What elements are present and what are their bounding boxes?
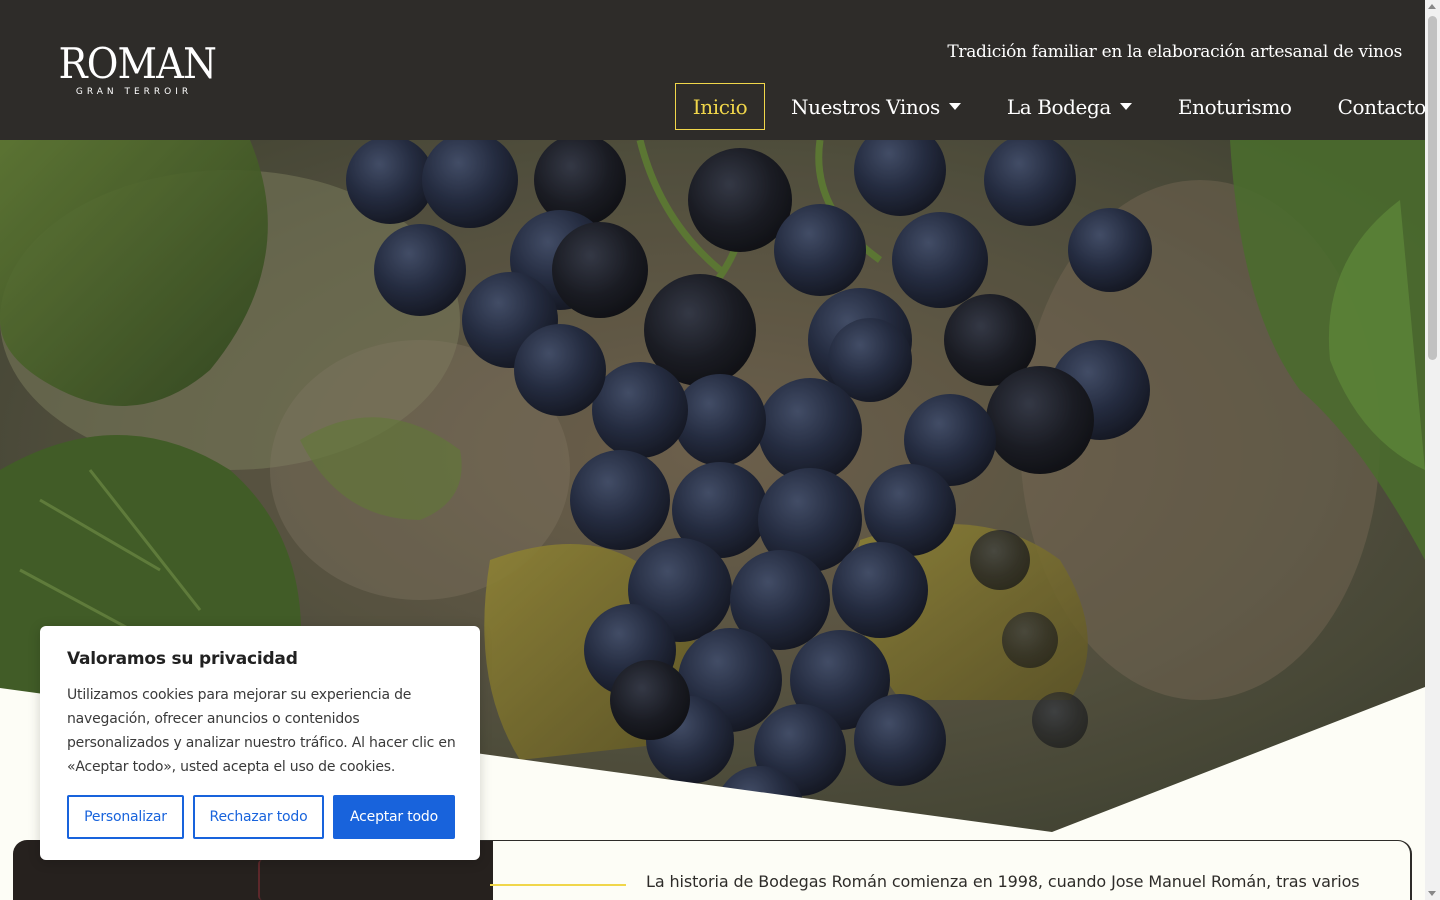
scroll-down-arrow-icon[interactable] xyxy=(1428,891,1436,896)
history-paragraph: La historia de Bodegas Román comienza en… xyxy=(646,872,1360,891)
caret-down-icon xyxy=(948,103,961,110)
nav-item-enoturismo[interactable]: Enoturismo xyxy=(1178,83,1292,130)
accent-divider xyxy=(490,884,626,886)
nav-item-nuestros-vinos[interactable]: Nuestros Vinos xyxy=(791,83,961,130)
reject-all-button[interactable]: Rechazar todo xyxy=(193,795,324,839)
nav-item-contacto[interactable]: Contacto xyxy=(1337,83,1427,130)
cookie-banner-title: Valoramos su privacidad xyxy=(67,649,298,669)
accept-all-button[interactable]: Aceptar todo xyxy=(333,795,455,839)
nav-item-la-bodega[interactable]: La Bodega xyxy=(1007,83,1132,130)
scroll-up-arrow-icon[interactable] xyxy=(1428,4,1436,9)
logo-subtitle: GRAN TERROIR xyxy=(75,87,193,97)
main-nav: Inicio Nuestros Vinos La Bodega Enoturis… xyxy=(675,83,1426,130)
scrollbar-thumb[interactable] xyxy=(1428,16,1437,360)
page-scrollbar[interactable] xyxy=(1425,0,1440,900)
cookie-banner-text: Utilizamos cookies para mejorar su exper… xyxy=(67,687,456,775)
nav-item-label: Inicio xyxy=(692,94,748,119)
nav-item-label: Contacto xyxy=(1337,94,1427,119)
site-header: ROMAN GRAN TERROIR Tradición familiar en… xyxy=(0,0,1426,140)
nav-item-label: La Bodega xyxy=(1006,94,1111,119)
nav-item-inicio[interactable]: Inicio xyxy=(675,83,765,130)
bottle-outline-decoration xyxy=(258,860,266,900)
history-card xyxy=(480,840,1412,900)
site-logo[interactable]: ROMAN GRAN TERROIR xyxy=(52,39,217,98)
header-tagline: Tradición familiar en la elaboración art… xyxy=(947,42,1402,62)
nav-item-label: Enoturismo xyxy=(1177,94,1292,119)
cookie-button-group: Personalizar Rechazar todo Aceptar todo xyxy=(67,795,455,839)
logo-wordmark: ROMAN xyxy=(58,39,217,88)
customize-button[interactable]: Personalizar xyxy=(67,795,184,839)
cookie-consent-banner: Valoramos su privacidad Utilizamos cooki… xyxy=(40,626,480,860)
caret-down-icon xyxy=(1119,103,1132,110)
nav-item-label: Nuestros Vinos xyxy=(791,94,940,119)
